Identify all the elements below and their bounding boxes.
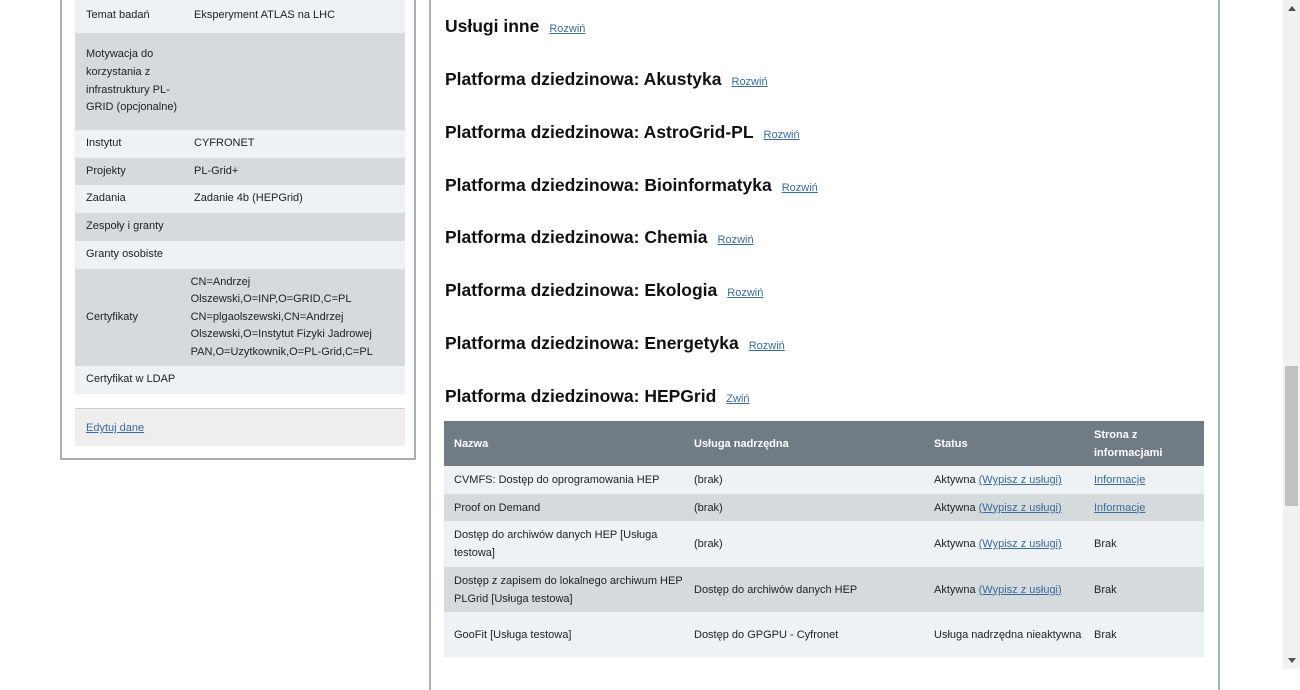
service-name: CVMFS: Dostęp do oprogramowania HEP <box>454 474 660 486</box>
user-profile-panel: Temat badań Eksperyment ATLAS na LHC Mot… <box>60 0 416 460</box>
expand-link[interactable]: Rozwiń <box>727 287 763 299</box>
info-link[interactable]: Informacje <box>1094 502 1145 514</box>
service-info-cell: Informacje <box>1084 499 1204 517</box>
column-header-status: Status <box>934 437 968 450</box>
service-parent: Dostęp do archiwów danych HEP <box>694 583 858 596</box>
profile-key: Instytut <box>86 137 122 150</box>
service-name: Proof on Demand <box>454 501 541 514</box>
profile-key: Projekty <box>86 164 126 177</box>
service-status-cell: Aktywna (Wypisz z usługi) <box>924 535 1084 553</box>
expand-link[interactable]: Rozwiń <box>749 340 785 352</box>
service-status: Aktywna <box>934 501 976 514</box>
service-status: Usługa nadrzędna nieaktywna <box>934 628 1082 641</box>
service-info-cell: Informacje <box>1084 471 1204 489</box>
service-name: Dostęp do archiwów danych HEP [Usługa te… <box>454 529 658 559</box>
section-akustyka: Platforma dziedzinowa: Akustyka Rozwiń <box>445 69 768 90</box>
expand-link[interactable]: Rozwiń <box>764 129 800 141</box>
section-title: Platforma dziedzinowa: Akustyka <box>445 69 722 89</box>
profile-key: Granty osobiste <box>86 248 164 261</box>
edit-data-link[interactable]: Edytuj dane <box>86 422 144 434</box>
profile-row-institute: Instytut CYFRONET <box>75 130 405 158</box>
column-header-name: Nazwa <box>454 437 489 450</box>
profile-row-research-topic: Temat badań Eksperyment ATLAS na LHC <box>75 0 405 33</box>
section-astrogrid: Platforma dziedzinowa: AstroGrid-PL Rozw… <box>445 122 800 143</box>
service-name: Dostęp z zapisem do lokalnego archiwum H… <box>454 574 683 605</box>
profile-key: Temat badań <box>86 8 150 21</box>
profile-value: PL-Grid+ <box>194 164 239 177</box>
unsubscribe-link[interactable]: (Wypisz z usługi) <box>979 474 1062 486</box>
unsubscribe-link[interactable]: (Wypisz z usługi) <box>979 538 1062 550</box>
section-title: Platforma dziedzinowa: Bioinformatyka <box>445 175 772 195</box>
table-row: Dostęp z zapisem do lokalnego archiwum H… <box>444 567 1204 612</box>
section-energetyka: Platforma dziedzinowa: Energetyka Rozwiń <box>445 333 785 354</box>
expand-link[interactable]: Rozwiń <box>718 234 754 246</box>
profile-row-certificates: Certyfikaty CN=Andrzej Olszewski,O=INP,O… <box>75 269 405 366</box>
scroll-up-arrow-icon[interactable] <box>1283 0 1300 17</box>
service-status: Aktywna <box>934 583 976 596</box>
section-hepgrid: Platforma dziedzinowa: HEPGrid Zwiń <box>445 386 750 407</box>
service-info: Brak <box>1094 538 1117 550</box>
section-title: Usługi inne <box>445 16 540 36</box>
vertical-scrollbar[interactable] <box>1283 0 1300 669</box>
section-title: Platforma dziedzinowa: Energetyka <box>445 333 739 353</box>
scroll-down-arrow-icon[interactable] <box>1283 652 1300 669</box>
profile-row-teams-grants: Zespoły i granty <box>75 213 405 241</box>
service-parent: (brak) <box>694 474 723 486</box>
table-row: Dostęp do archiwów danych HEP [Usługa te… <box>444 521 1204 567</box>
profile-row-ldap-certificate: Certyfikat w LDAP <box>75 366 405 394</box>
service-status-cell: Aktywna (Wypisz z usługi) <box>924 581 1084 599</box>
profile-row-motivation: Motywacja do korzystania z infrastruktur… <box>75 33 405 130</box>
profile-value: Zadanie 4b (HEPGrid) <box>194 192 303 205</box>
unsubscribe-link[interactable]: (Wypisz z usługi) <box>979 502 1062 514</box>
service-status: Aktywna <box>934 474 976 486</box>
section-other-services: Usługi inne Rozwiń <box>445 16 585 37</box>
service-parent: (brak) <box>694 501 723 514</box>
expand-link[interactable]: Rozwiń <box>782 182 818 194</box>
section-title: Platforma dziedzinowa: Ekologia <box>445 280 718 300</box>
section-title: Platforma dziedzinowa: Chemia <box>445 227 708 247</box>
profile-value: Eksperyment ATLAS na LHC <box>194 8 336 21</box>
service-status-cell: Aktywna (Wypisz z usługi) <box>924 471 1084 489</box>
profile-key: Certyfikat w LDAP <box>86 373 176 386</box>
section-chemia: Platforma dziedzinowa: Chemia Rozwiń <box>445 227 754 248</box>
hepgrid-services-table: Nazwa Usługa nadrzędna Status Strona z i… <box>444 421 1204 657</box>
profile-value: CYFRONET <box>194 137 255 150</box>
section-title: Platforma dziedzinowa: AstroGrid-PL <box>445 122 754 142</box>
service-info: Brak <box>1094 583 1117 596</box>
table-row: CVMFS: Dostęp do oprogramowania HEP (bra… <box>444 466 1204 494</box>
profile-table: Temat badań Eksperyment ATLAS na LHC Mot… <box>75 0 405 394</box>
service-parent: (brak) <box>694 538 723 550</box>
table-row: Proof on Demand (brak) Aktywna (Wypisz z… <box>444 494 1204 521</box>
expand-link[interactable]: Rozwiń <box>732 76 768 88</box>
info-link[interactable]: Informacje <box>1094 474 1145 486</box>
section-title: Platforma dziedzinowa: HEPGrid <box>445 386 717 406</box>
service-name: GooFit [Usługa testowa] <box>454 628 572 641</box>
profile-key: Certyfikaty <box>86 310 138 323</box>
service-parent: Dostęp do GPGPU - Cyfronet <box>694 628 839 641</box>
collapse-link[interactable]: Zwiń <box>726 393 749 405</box>
service-status: Aktywna <box>934 538 976 550</box>
scrollbar-thumb[interactable] <box>1285 366 1298 506</box>
unsubscribe-link[interactable]: (Wypisz z usługi) <box>979 584 1062 596</box>
column-header-parent: Usługa nadrzędna <box>694 437 789 450</box>
table-row: GooFit [Usługa testowa] Dostęp do GPGPU … <box>444 612 1204 657</box>
service-info: Brak <box>1094 628 1117 641</box>
profile-row-projects: Projekty PL-Grid+ <box>75 158 405 185</box>
edit-data-box: Edytuj dane <box>75 408 405 446</box>
expand-link[interactable]: Rozwiń <box>549 23 585 35</box>
services-panel: Usługi inne Rozwiń Platforma dziedzinowa… <box>429 0 1220 690</box>
column-header-info: Strona z informacjami <box>1094 428 1163 459</box>
section-bioinformatyka: Platforma dziedzinowa: Bioinformatyka Ro… <box>445 175 818 196</box>
section-ekologia: Platforma dziedzinowa: Ekologia Rozwiń <box>445 280 763 301</box>
profile-key: Zadania <box>86 192 126 205</box>
profile-key: Motywacja do korzystania z infrastruktur… <box>86 48 178 114</box>
profile-key: Zespoły i granty <box>86 220 164 233</box>
profile-row-personal-grants: Granty osobiste <box>75 241 405 269</box>
table-header: Nazwa Usługa nadrzędna Status Strona z i… <box>444 421 1204 466</box>
profile-row-tasks: Zadania Zadanie 4b (HEPGrid) <box>75 185 405 213</box>
service-status-cell: Aktywna (Wypisz z usługi) <box>924 499 1084 517</box>
profile-value: CN=Andrzej Olszewski,O=INP,O=GRID,C=PL C… <box>190 275 373 358</box>
